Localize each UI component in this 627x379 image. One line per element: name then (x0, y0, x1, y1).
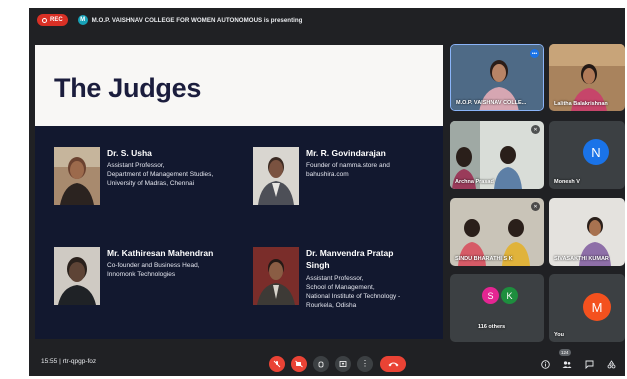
others-count: 116 others (478, 324, 506, 330)
recording-badge: REC (37, 14, 68, 26)
participant-name: Lalitha Balakrishnan (554, 101, 608, 107)
participant-tile[interactable]: Lalitha Balakrishnan (549, 44, 625, 111)
camera-toggle-button[interactable] (291, 356, 307, 372)
participant-name: You (554, 332, 564, 338)
speaking-indicator-icon: ••• (530, 49, 539, 58)
record-icon (42, 17, 47, 23)
judge-photo (253, 247, 299, 305)
more-options-button[interactable]: ⋮ (357, 356, 373, 372)
participant-name: M.O.P. VAISHNAV COLLE... (456, 100, 527, 106)
participant-tile[interactable]: ✕ Archna Prasad (450, 121, 544, 189)
judge-desc-line: bahushira.com (306, 171, 349, 178)
leave-call-button[interactable] (380, 356, 406, 372)
judge-desc-line: Rourkela, Odisha (306, 302, 357, 309)
presenter-avatar: M (77, 15, 88, 25)
end-call-icon (388, 362, 398, 367)
participant-grid: ••• M.O.P. VAISHNAV COLLE... Lalitha Bal… (449, 44, 625, 344)
chat-button[interactable] (582, 357, 596, 371)
activities-button[interactable] (604, 357, 618, 371)
hand-icon (318, 361, 324, 368)
participant-avatar: S (482, 287, 499, 304)
judge-photo (253, 147, 299, 205)
self-tile[interactable]: M You (549, 274, 625, 342)
meeting-details-button[interactable] (538, 357, 552, 371)
participant-name: SINDU BHARATHI S K (455, 256, 513, 262)
judge-card: Dr. Manvendra Pratap Singh Assistant Pro… (253, 247, 438, 337)
participant-name: SIVASAKTHI KUMAR (554, 256, 609, 262)
present-icon (339, 361, 347, 367)
judge-photo (54, 147, 100, 205)
participant-tile[interactable]: N Monesh V (549, 121, 625, 189)
participant-avatar: K (501, 287, 518, 304)
judge-name: Mr. R. Govindarajan (306, 148, 386, 158)
participant-tile[interactable]: ✕ SINDU BHARATHI S K (450, 198, 544, 266)
rec-label: REC (50, 17, 63, 23)
top-bar: REC M M.O.P. VAISHNAV COLLEGE FOR WOMEN … (29, 8, 625, 32)
people-icon (562, 360, 572, 368)
mic-toggle-button[interactable] (269, 356, 285, 372)
meeting-info: 15:55 | rtr-qpgp-foz (41, 358, 97, 365)
mic-off-icon: ✕ (531, 125, 540, 134)
participant-name: Archna Prasad (455, 179, 494, 185)
bottom-bar: 15:55 | rtr-qpgp-foz ⋮ 124 (29, 349, 625, 376)
participants-button[interactable]: 124 (559, 349, 574, 371)
info-icon (540, 359, 550, 369)
presenting-text: M.O.P. VAISHNAV COLLEGE FOR WOMEN AUTONO… (91, 16, 303, 24)
activities-icon (607, 359, 615, 368)
more-vert-icon: ⋮ (361, 359, 369, 368)
self-avatar: M (583, 293, 611, 321)
slide-title: The Judges (54, 73, 202, 103)
people-count-badge: 124 (559, 349, 571, 356)
judge-card: Mr. Kathiresan Mahendran Co-founder and … (54, 247, 244, 307)
judge-card: Mr. R. Govindarajan Founder of namma.sto… (253, 147, 438, 207)
participant-tile[interactable]: SIVASAKTHI KUMAR (549, 198, 625, 266)
camera-off-icon (295, 360, 303, 368)
judge-name: Dr. S. Usha (107, 148, 152, 158)
meet-window: REC M M.O.P. VAISHNAV COLLEGE FOR WOMEN … (29, 8, 625, 376)
judge-name: Dr. Manvendra Pratap (306, 248, 394, 258)
slide-header: The Judges (35, 45, 443, 126)
raise-hand-button[interactable] (313, 356, 329, 372)
mic-off-icon: ✕ (531, 202, 540, 211)
present-screen-button[interactable] (335, 356, 351, 372)
judge-desc-line: Innomonk Technologies (107, 271, 176, 278)
mic-off-icon (273, 360, 281, 368)
judge-card: Dr. S. Usha Assistant Professor, Departm… (54, 147, 244, 207)
participant-tile[interactable]: ••• M.O.P. VAISHNAV COLLE... (450, 44, 544, 111)
judge-photo (54, 247, 100, 305)
judge-name: Singh (306, 260, 330, 270)
shared-screen-slide: The Judges Dr. S. Usha Assistant Profess… (35, 45, 443, 339)
chat-icon (585, 360, 593, 369)
judge-name: Mr. Kathiresan Mahendran (107, 248, 214, 258)
judge-desc-line: University of Madras, Chennai (107, 180, 195, 187)
participant-avatar: N (583, 139, 609, 165)
participant-tile[interactable]: S K 116 others (450, 274, 544, 342)
participant-name: Monesh V (554, 179, 580, 185)
